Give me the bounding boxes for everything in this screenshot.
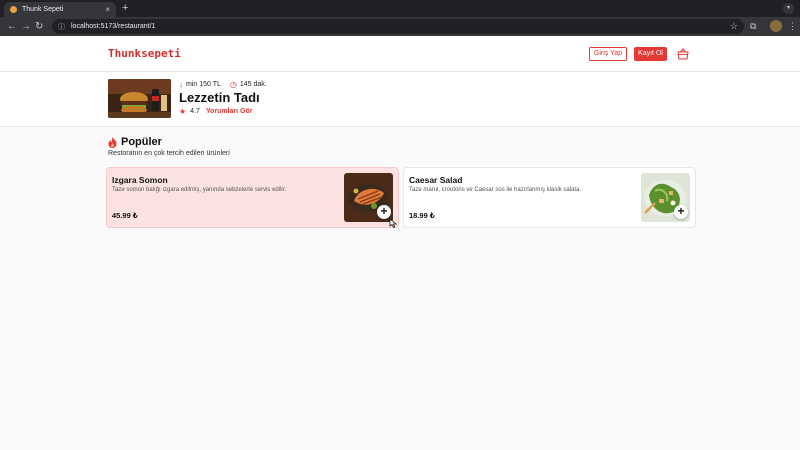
product-price: 18.99 ₺ [409, 211, 435, 220]
product-description: Taze marul, croutons ve Caesar sos ile h… [409, 187, 582, 193]
bookmark-star-icon[interactable]: ☆ [730, 21, 738, 32]
new-tab-button[interactable]: + [122, 2, 128, 15]
mouse-cursor-icon [389, 218, 397, 228]
favicon-icon [10, 6, 17, 13]
restaurant-name: Lezzetin Tadı [179, 90, 260, 105]
login-button[interactable]: Giriş Yap [589, 47, 627, 61]
section-subtitle: Restoranın en çok tercih edilen ürünleri [108, 150, 230, 157]
browser-toolbar: ← → ↻ ⓘ localhost:5173/restaurant/1 ☆ ⧉ … [0, 17, 800, 36]
product-price: 45.99 ₺ [112, 211, 138, 220]
clock-icon: ◷ [229, 80, 237, 89]
site-logo[interactable]: Thunksepeti [108, 47, 181, 60]
star-icon: ★ [179, 107, 187, 116]
site-header: Thunksepeti Giriş Yap Kayıt Ol [0, 36, 800, 72]
browser-tab[interactable]: Thunk Sepeti × [4, 2, 116, 17]
profile-avatar[interactable] [770, 20, 782, 32]
url-text: localhost:5173/restaurant/1 [71, 23, 156, 30]
restaurant-image [108, 79, 171, 118]
restaurant-info: ↓ min 150 TL ◷ 145 dak. Lezzetin Tadı ★ … [0, 72, 800, 127]
product-card[interactable]: Izgara Somon Taze somon balığı ızgara ed… [106, 167, 399, 228]
back-icon[interactable]: ← [7, 20, 17, 33]
add-to-cart-button[interactable]: + [674, 205, 688, 219]
min-order: min 150 TL [186, 81, 221, 88]
flame-icon [108, 136, 117, 148]
site-info-icon[interactable]: ⓘ [58, 22, 65, 32]
forward-icon[interactable]: → [21, 20, 31, 33]
extensions-icon[interactable]: ⧉ [750, 20, 756, 32]
section-title: Popüler [108, 136, 162, 148]
reviews-link[interactable]: Yorumları Gör [206, 108, 253, 115]
address-bar[interactable]: ⓘ localhost:5173/restaurant/1 ☆ [52, 19, 744, 34]
restaurant-meta: ↓ min 150 TL ◷ 145 dak. [179, 80, 267, 89]
close-icon[interactable]: × [105, 5, 110, 14]
arrow-down-icon: ↓ [179, 80, 183, 89]
reload-icon[interactable]: ↻ [35, 20, 43, 33]
signup-button[interactable]: Kayıt Ol [634, 47, 667, 61]
section-title-text: Popüler [121, 136, 162, 148]
menu-icon[interactable]: ⋮ [788, 20, 797, 32]
basket-icon[interactable] [677, 48, 689, 60]
product-description: Taze somon balığı ızgara edilmiş, yanınd… [112, 187, 287, 193]
tab-search-icon[interactable]: ▾ [783, 3, 794, 14]
restaurant-rating: ★ 4.7 Yorumları Gör [179, 107, 252, 116]
delivery-time: 145 dak. [239, 81, 267, 88]
browser-tabbar: Thunk Sepeti × + ▾ [0, 0, 800, 17]
product-name: Izgara Somon [112, 175, 168, 185]
product-card[interactable]: Caesar Salad Taze marul, croutons ve Cae… [403, 167, 696, 228]
product-name: Caesar Salad [409, 175, 463, 185]
rating-value: 4.7 [190, 108, 200, 115]
page: Thunksepeti Giriş Yap Kayıt Ol ↓ min 150… [0, 36, 800, 450]
add-to-cart-button[interactable]: + [377, 205, 391, 219]
tab-title: Thunk Sepeti [22, 6, 64, 13]
